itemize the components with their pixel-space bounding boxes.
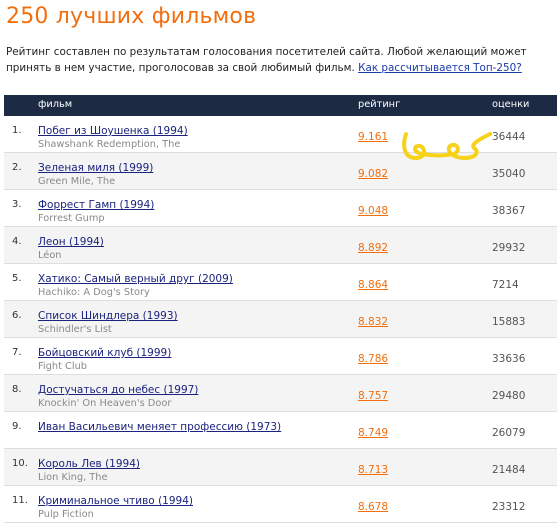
header-votes: оценки xyxy=(492,99,530,110)
row-rank: 6. xyxy=(12,310,22,321)
film-original-title: Hachiko: A Dog's Story xyxy=(38,287,150,298)
rating-link[interactable]: 8.892 xyxy=(358,242,388,254)
rating-link[interactable]: 8.864 xyxy=(358,279,388,291)
votes-count: 15883 xyxy=(492,316,526,328)
top250-table: фильм рейтинг оценки 1. Побег из Шоушенка… xyxy=(4,95,557,523)
film-original-title: Lion King, The xyxy=(38,472,108,483)
row-rank: 10. xyxy=(12,458,28,469)
row-rank: 1. xyxy=(12,125,22,136)
header-rating: рейтинг xyxy=(358,99,401,110)
rating-link[interactable]: 8.757 xyxy=(358,390,388,402)
table-row: 8. Достучаться до небес (1997) Knockin' On… xyxy=(4,375,557,412)
film-original-title: Léon xyxy=(38,250,62,261)
film-title-link[interactable]: Побег из Шоушенка (1994) xyxy=(38,125,188,137)
row-rank: 11. xyxy=(12,495,28,506)
row-rank: 5. xyxy=(12,273,22,284)
votes-count: 38367 xyxy=(492,205,526,217)
page-title: 250 лучших фильмов xyxy=(6,4,257,29)
table-row: 6. Список Шиндлера (1993) Schindler's List… xyxy=(4,301,557,338)
rating-link[interactable]: 8.832 xyxy=(358,316,388,328)
film-original-title: Schindler's List xyxy=(38,324,112,335)
film-original-title: Green Mile, The xyxy=(38,176,116,187)
rating-link[interactable]: 9.082 xyxy=(358,168,388,180)
film-title-link[interactable]: Зеленая миля (1999) xyxy=(38,162,153,174)
row-rank: 7. xyxy=(12,347,22,358)
intro-paragraph: Рейтинг составлен по результатам голосов… xyxy=(6,44,551,76)
rating-link[interactable]: 8.749 xyxy=(358,427,388,439)
table-header: фильм рейтинг оценки xyxy=(4,95,557,116)
film-title-link[interactable]: Король Лев (1994) xyxy=(38,458,140,470)
table-body: 1. Побег из Шоушенка (1994) Shawshank Rede… xyxy=(4,116,557,523)
table-row: 11. Криминальное чтиво (1994) Pulp Fiction… xyxy=(4,486,557,523)
table-row: 5. Хатико: Самый верный друг (2009) Hachik… xyxy=(4,264,557,301)
votes-count: 36444 xyxy=(492,131,526,143)
rating-link[interactable]: 8.786 xyxy=(358,353,388,365)
votes-count: 29480 xyxy=(492,390,526,402)
top250-howto-link[interactable]: Как рассчитывается Топ-250? xyxy=(358,62,522,74)
film-title-link[interactable]: Криминальное чтиво (1994) xyxy=(38,495,193,507)
table-row: 7. Бойцовский клуб (1999) Fight Club 8.786 3… xyxy=(4,338,557,375)
row-rank: 3. xyxy=(12,199,22,210)
votes-count: 21484 xyxy=(492,464,526,476)
table-row: 2. Зеленая миля (1999) Green Mile, The 9.08… xyxy=(4,153,557,190)
film-original-title: Fight Club xyxy=(38,361,88,372)
film-title-link[interactable]: Иван Васильевич меняет профессию (1973) xyxy=(38,421,281,433)
film-title-link[interactable]: Достучаться до небес (1997) xyxy=(38,384,198,396)
votes-count: 35040 xyxy=(492,168,526,180)
votes-count: 33636 xyxy=(492,353,526,365)
votes-count: 26079 xyxy=(492,427,526,439)
row-rank: 2. xyxy=(12,162,22,173)
table-row: 1. Побег из Шоушенка (1994) Shawshank Rede… xyxy=(4,116,557,153)
header-film: фильм xyxy=(38,99,73,110)
rating-link[interactable]: 8.678 xyxy=(358,501,388,513)
film-original-title: Forrest Gump xyxy=(38,213,105,224)
film-title-link[interactable]: Бойцовский клуб (1999) xyxy=(38,347,171,359)
row-rank: 8. xyxy=(12,384,22,395)
rating-link[interactable]: 9.161 xyxy=(358,131,388,143)
film-title-link[interactable]: Форрест Гамп (1994) xyxy=(38,199,154,211)
table-row: 10. Король Лев (1994) Lion King, The 8.713 2… xyxy=(4,449,557,486)
rating-link[interactable]: 8.713 xyxy=(358,464,388,476)
votes-count: 29932 xyxy=(492,242,526,254)
votes-count: 23312 xyxy=(492,501,526,513)
table-row: 4. Леон (1994) Léon 8.892 29932 xyxy=(4,227,557,264)
film-title-link[interactable]: Леон (1994) xyxy=(38,236,104,248)
table-row: 9. Иван Васильевич меняет профессию (1973… xyxy=(4,412,557,449)
film-title-link[interactable]: Список Шиндлера (1993) xyxy=(38,310,178,322)
row-rank: 9. xyxy=(12,421,22,432)
rating-link[interactable]: 9.048 xyxy=(358,205,388,217)
table-row: 3. Форрест Гамп (1994) Forrest Gump 9.048 38… xyxy=(4,190,557,227)
row-rank: 4. xyxy=(12,236,22,247)
film-title-link[interactable]: Хатико: Самый верный друг (2009) xyxy=(38,273,233,285)
film-original-title: Shawshank Redemption, The xyxy=(38,139,181,150)
votes-count: 7214 xyxy=(492,279,519,291)
film-original-title: Knockin' On Heaven's Door xyxy=(38,398,172,409)
film-original-title: Pulp Fiction xyxy=(38,509,94,520)
